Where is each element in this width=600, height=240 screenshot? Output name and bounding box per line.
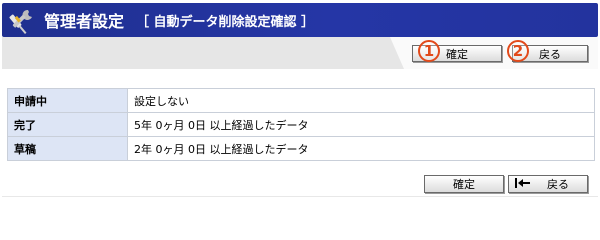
row-label-complete: 完了 xyxy=(7,112,128,137)
table-row: 草稿 2年 0ヶ月 0日 以上経過したデータ xyxy=(7,136,595,161)
tools-icon xyxy=(8,5,38,35)
table-row: 完了 5年 0ヶ月 0日 以上経過したデータ xyxy=(7,112,595,137)
table-row: 申請中 設定しない xyxy=(7,88,595,113)
marker-2: 2 xyxy=(507,40,529,62)
back-button-label: 戻る xyxy=(547,178,569,191)
page-subtitle: ［ 自動データ削除設定確認 ］ xyxy=(136,14,315,30)
back-arrow-icon xyxy=(515,177,533,191)
row-value-draft: 2年 0ヶ月 0日 以上経過したデータ xyxy=(127,136,595,161)
row-value-complete: 5年 0ヶ月 0日 以上経過したデータ xyxy=(127,112,595,137)
confirm-button-label: 確定 xyxy=(446,47,468,61)
confirm-button-label: 確定 xyxy=(453,178,475,191)
divider xyxy=(2,196,598,197)
row-value-pending: 設定しない xyxy=(127,88,595,113)
settings-table: 申請中 設定しない 完了 5年 0ヶ月 0日 以上経過したデータ 草稿 2年 0… xyxy=(7,88,595,161)
toolbar: 確定 戻る 1 2 xyxy=(2,37,598,69)
page-header: 管理者設定 ［ 自動データ削除設定確認 ］ xyxy=(2,3,598,37)
confirm-button-bottom[interactable]: 確定 xyxy=(424,175,504,193)
row-label-pending: 申請中 xyxy=(7,88,128,113)
back-button-bottom[interactable]: 戻る xyxy=(508,175,588,193)
back-button-label: 戻る xyxy=(539,47,561,61)
marker-1: 1 xyxy=(418,40,440,62)
row-label-draft: 草稿 xyxy=(7,136,128,161)
page-title: 管理者設定 xyxy=(44,12,125,31)
